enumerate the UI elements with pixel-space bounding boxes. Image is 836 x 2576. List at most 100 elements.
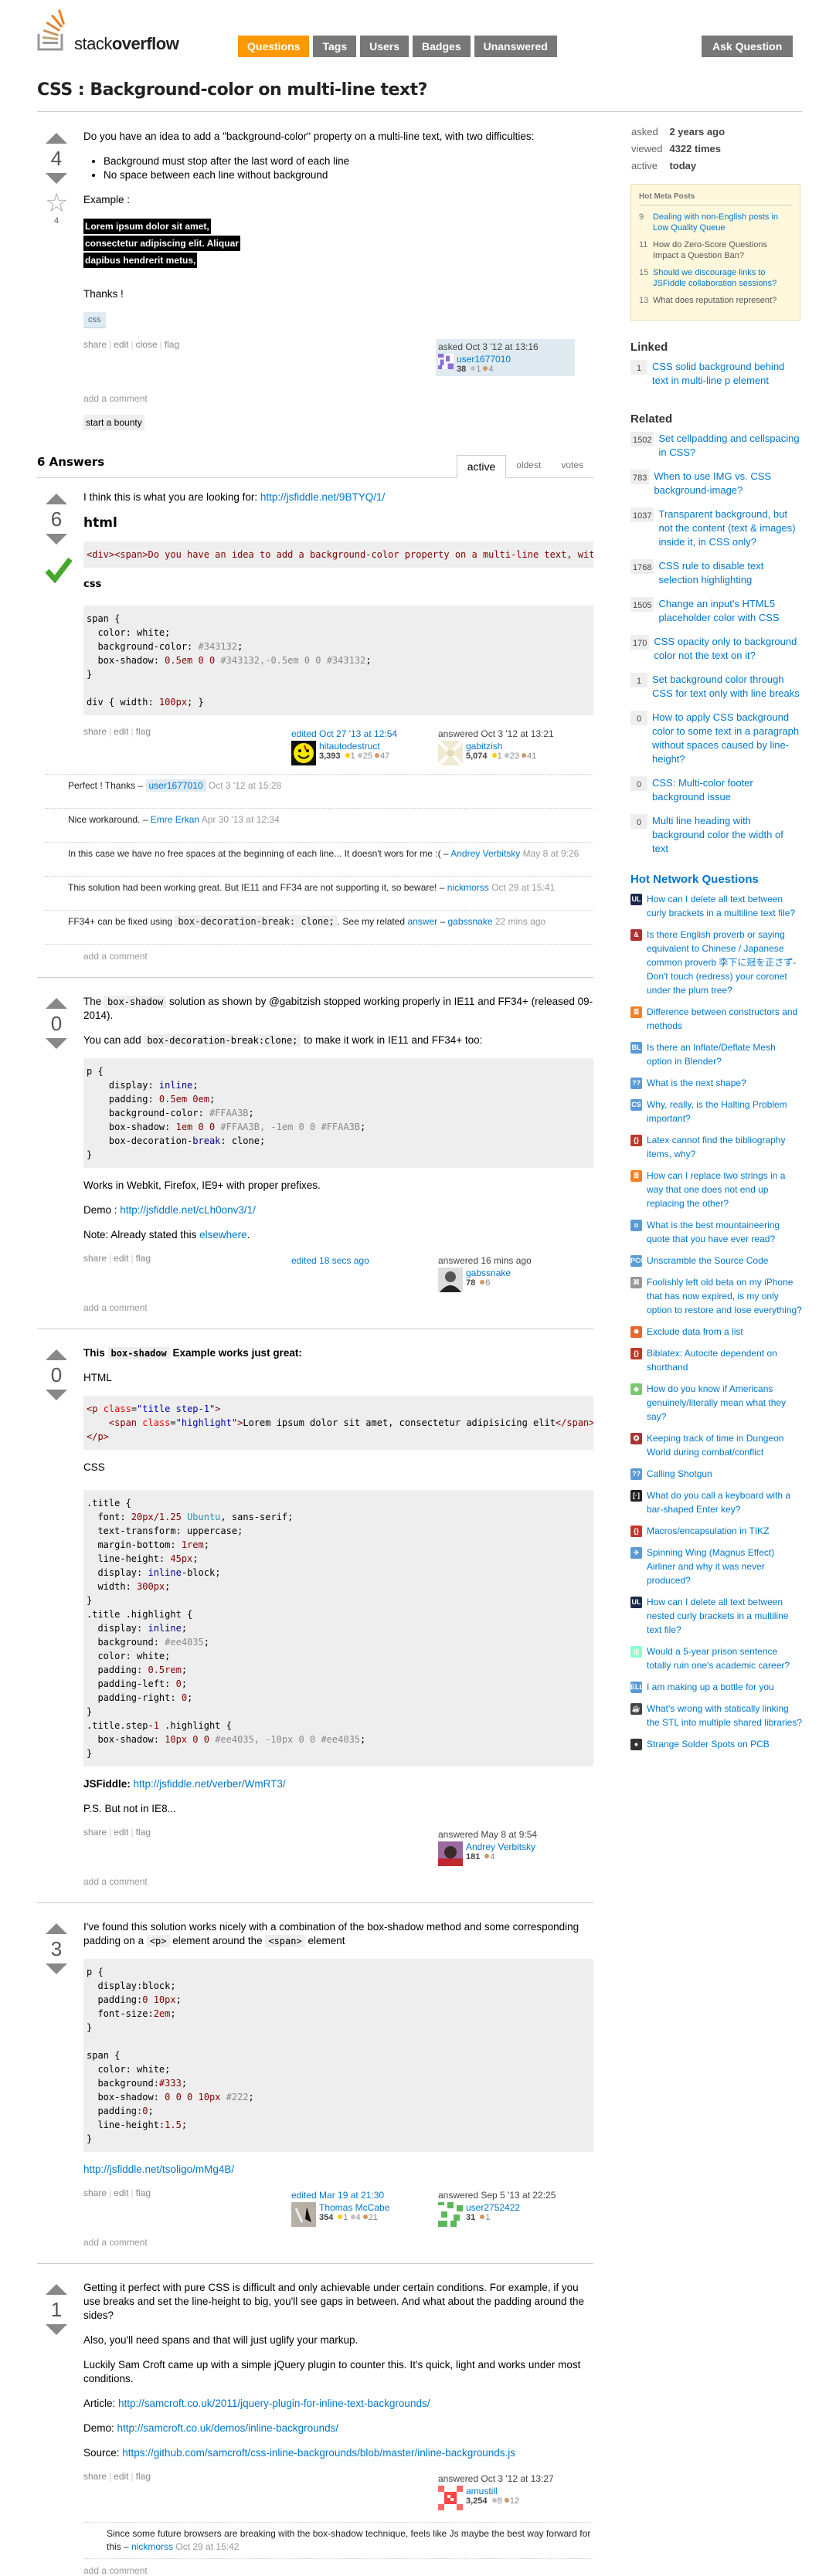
upvote-button[interactable] [46,1349,67,1360]
share-link[interactable]: share [83,339,107,350]
hot-network-item[interactable]: ✪ Keeping track of time in Dungeon World … [630,1431,802,1459]
edit-link[interactable]: edit [114,2471,128,2482]
downvote-button[interactable] [46,1038,67,1049]
related-item[interactable]: 0 CSS: Multi-color footer background issu… [630,776,802,804]
hot-network-item[interactable]: {} Latex cannot find the bibliography ite… [630,1133,802,1161]
add-comment-link[interactable]: add a comment [83,2565,593,2576]
nav-questions[interactable]: Questions [238,36,310,57]
flag-link[interactable]: flag [136,2187,151,2198]
edit-link[interactable]: edit [114,1827,128,1838]
demo-link[interactable]: http://samcroft.co.uk/demos/inline-backg… [117,2422,339,2434]
hot-network-item[interactable]: ⌘ Foolishly left old beta on my iPhone th… [630,1275,802,1317]
related-item[interactable]: 1037 Transparent background, but not the … [630,507,802,549]
upvote-button[interactable] [46,998,67,1009]
hot-network-item[interactable]: UL How can I delete all text between curl… [630,892,802,920]
user-name[interactable]: Andrey Verbitsky [466,1841,535,1852]
comment-user[interactable]: gabssnake [447,916,492,927]
related-answer-link[interactable]: answer [407,916,437,927]
avatar[interactable] [438,1268,463,1292]
nav-unanswered[interactable]: Unanswered [474,36,557,57]
hot-network-item[interactable]: {} Biblatex: Autocite dependent on shorth… [630,1346,802,1374]
hot-network-title[interactable]: What is the next shape? [647,1076,746,1090]
start-bounty-button[interactable]: start a bounty [83,415,144,430]
related-title[interactable]: Change an input's HTML5 placeholder colo… [658,597,802,625]
hot-network-title[interactable]: How can I delete all text between curly … [647,892,802,920]
jsfiddle-link[interactable]: http://jsfiddle.net/tsoligo/mMg4B/ [83,2164,234,2175]
edit-link[interactable]: edit [114,339,128,350]
downvote-button[interactable] [46,2324,67,2335]
upvote-button[interactable] [46,133,67,144]
flag-link[interactable]: flag [136,1253,151,1264]
comment-time[interactable]: Oct 29 at 15:41 [491,882,555,893]
hot-network-title[interactable]: What do you call a keyboard with a bar-s… [647,1488,802,1516]
jsfiddle-link[interactable]: http://jsfiddle.net/verber/WmRT3/ [134,1778,286,1790]
comment-time[interactable]: Oct 3 '12 at 15:28 [209,780,281,791]
edited-time[interactable]: edited Oct 27 '13 at 12:54 [291,728,426,739]
related-item[interactable]: 783 When to use IMG vs. CSS background-im… [630,470,802,497]
upvote-button[interactable] [46,2284,67,2295]
question-title[interactable]: CSS : Background-color on multi-line tex… [37,80,427,100]
avatar[interactable] [438,2202,463,2227]
comment-user[interactable]: user1677010 [145,779,206,792]
comment-user[interactable]: Andrey Verbitsky [450,848,520,859]
hot-network-title[interactable]: Unscramble the Source Code [647,1254,768,1268]
tag-css[interactable]: css [83,312,106,328]
comment-user[interactable]: nickmorss [131,2541,173,2552]
hot-network-title[interactable]: Strange Solder Spots on PCB [647,1737,770,1751]
ask-question-button[interactable]: Ask Question [702,36,794,57]
related-title[interactable]: When to use IMG vs. CSS background-image… [654,470,802,497]
share-link[interactable]: share [83,1827,107,1838]
share-link[interactable]: share [83,726,107,737]
hot-network-item[interactable]: CS Why, really, is the Halting Problem im… [630,1098,802,1125]
related-title[interactable]: Transparent background, but not the cont… [658,507,802,549]
hot-network-item[interactable]: & Is there English proverb or saying equi… [630,928,802,997]
hot-network-title[interactable]: Foolishly left old beta on my iPhone tha… [647,1275,802,1317]
related-item[interactable]: 1768 CSS rule to disable text selection h… [630,559,802,587]
hot-network-heading[interactable]: Hot Network Questions [630,873,802,886]
comment-time[interactable]: Apr 30 '13 at 12:34 [202,814,280,825]
hot-network-title[interactable]: Is there English proverb or saying equiv… [647,928,802,997]
hot-network-item[interactable]: ?? Calling Shotgun [630,1467,802,1481]
demo-link[interactable]: http://jsfiddle.net/cLh0onv3/1/ [120,1204,256,1216]
user-name[interactable]: user1677010 [457,354,511,365]
meta-post-item[interactable]: 15 Should we discourage links to JSFiddle… [639,267,792,289]
comment-time[interactable]: 22 mins ago [495,916,545,927]
linked-item[interactable]: 1 CSS solid background behind text in mul… [630,360,802,388]
related-title[interactable]: Set cellpadding and cellspacing in CSS? [658,432,802,460]
avatar[interactable] [438,2486,463,2510]
edit-link[interactable]: edit [114,1253,128,1264]
comment-time[interactable]: Oct 29 at 15:42 [175,2541,239,2552]
edit-link[interactable]: edit [114,2187,128,2198]
hot-network-title[interactable]: Spinning Wing (Magnus Effect) Airliner a… [647,1546,802,1587]
comment-user[interactable]: nickmorss [447,882,489,893]
hot-network-title[interactable]: What's wrong with statically linking the… [647,1702,802,1729]
hot-network-title[interactable]: How can I delete all text between nested… [647,1595,802,1637]
related-item[interactable]: 1 Set background color through CSS for te… [630,673,802,701]
downvote-button[interactable] [46,534,67,545]
hot-network-item[interactable]: ≣ How can I replace two strings in a way … [630,1169,802,1210]
hot-network-item[interactable]: ✈ Spinning Wing (Magnus Effect) Airliner … [630,1546,802,1587]
hot-network-title[interactable]: Biblatex: Autocite dependent on shorthan… [647,1346,802,1374]
downvote-button[interactable] [46,173,67,184]
hot-network-item[interactable]: [·] What do you call a keyboard with a ba… [630,1488,802,1516]
hot-network-item[interactable]: {} Macros/encapsulation in TIKZ [630,1524,802,1538]
related-item[interactable]: 1505 Change an input's HTML5 placeholder … [630,597,802,625]
user-name[interactable]: gabitzish [466,741,536,752]
hot-network-title[interactable]: How can I replace two strings in a way t… [647,1169,802,1210]
hot-network-item[interactable]: PCG Unscramble the Source Code [630,1254,802,1268]
hot-network-item[interactable]: ELL I am making up a bottle for you [630,1680,802,1694]
add-comment-link[interactable]: add a comment [83,393,593,404]
user-name[interactable]: Thomas McCabe [319,2202,389,2213]
user-name[interactable]: amustill [466,2486,519,2496]
elsewhere-link[interactable]: elsewhere [199,1229,247,1240]
close-link[interactable]: close [136,339,158,350]
edit-link[interactable]: edit [114,726,128,737]
hot-network-item[interactable]: ☕ What's wrong with statically linking th… [630,1702,802,1729]
favorite-star-icon[interactable]: ☆ [45,190,68,216]
related-item[interactable]: 170 CSS opacity only to background color … [630,635,802,663]
flag-link[interactable]: flag [136,1827,151,1838]
hot-network-item[interactable]: ||| Would a 5-year prison sentence totall… [630,1644,802,1672]
flag-link[interactable]: flag [136,726,151,737]
meta-post-item[interactable]: 13 What does reputation represent? [639,295,792,306]
hot-network-title[interactable]: Exclude data from a list [647,1325,743,1339]
